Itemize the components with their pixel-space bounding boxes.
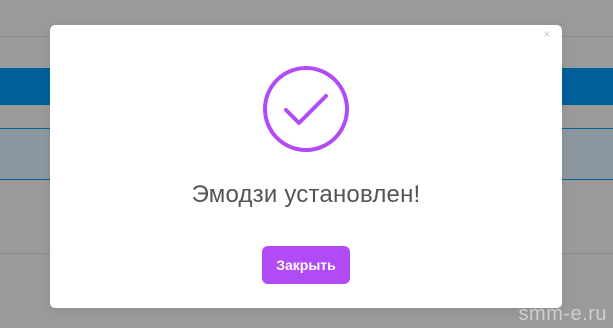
watermark: smm-e.ru [518,303,607,325]
dialog-title: Эмодзи установлен! [191,181,421,208]
checkmark-circle-icon [263,66,349,152]
close-icon[interactable]: × [540,27,554,41]
close-button[interactable]: Закрыть [262,246,350,284]
success-dialog: × Эмодзи установлен! Закрыть [50,25,562,308]
